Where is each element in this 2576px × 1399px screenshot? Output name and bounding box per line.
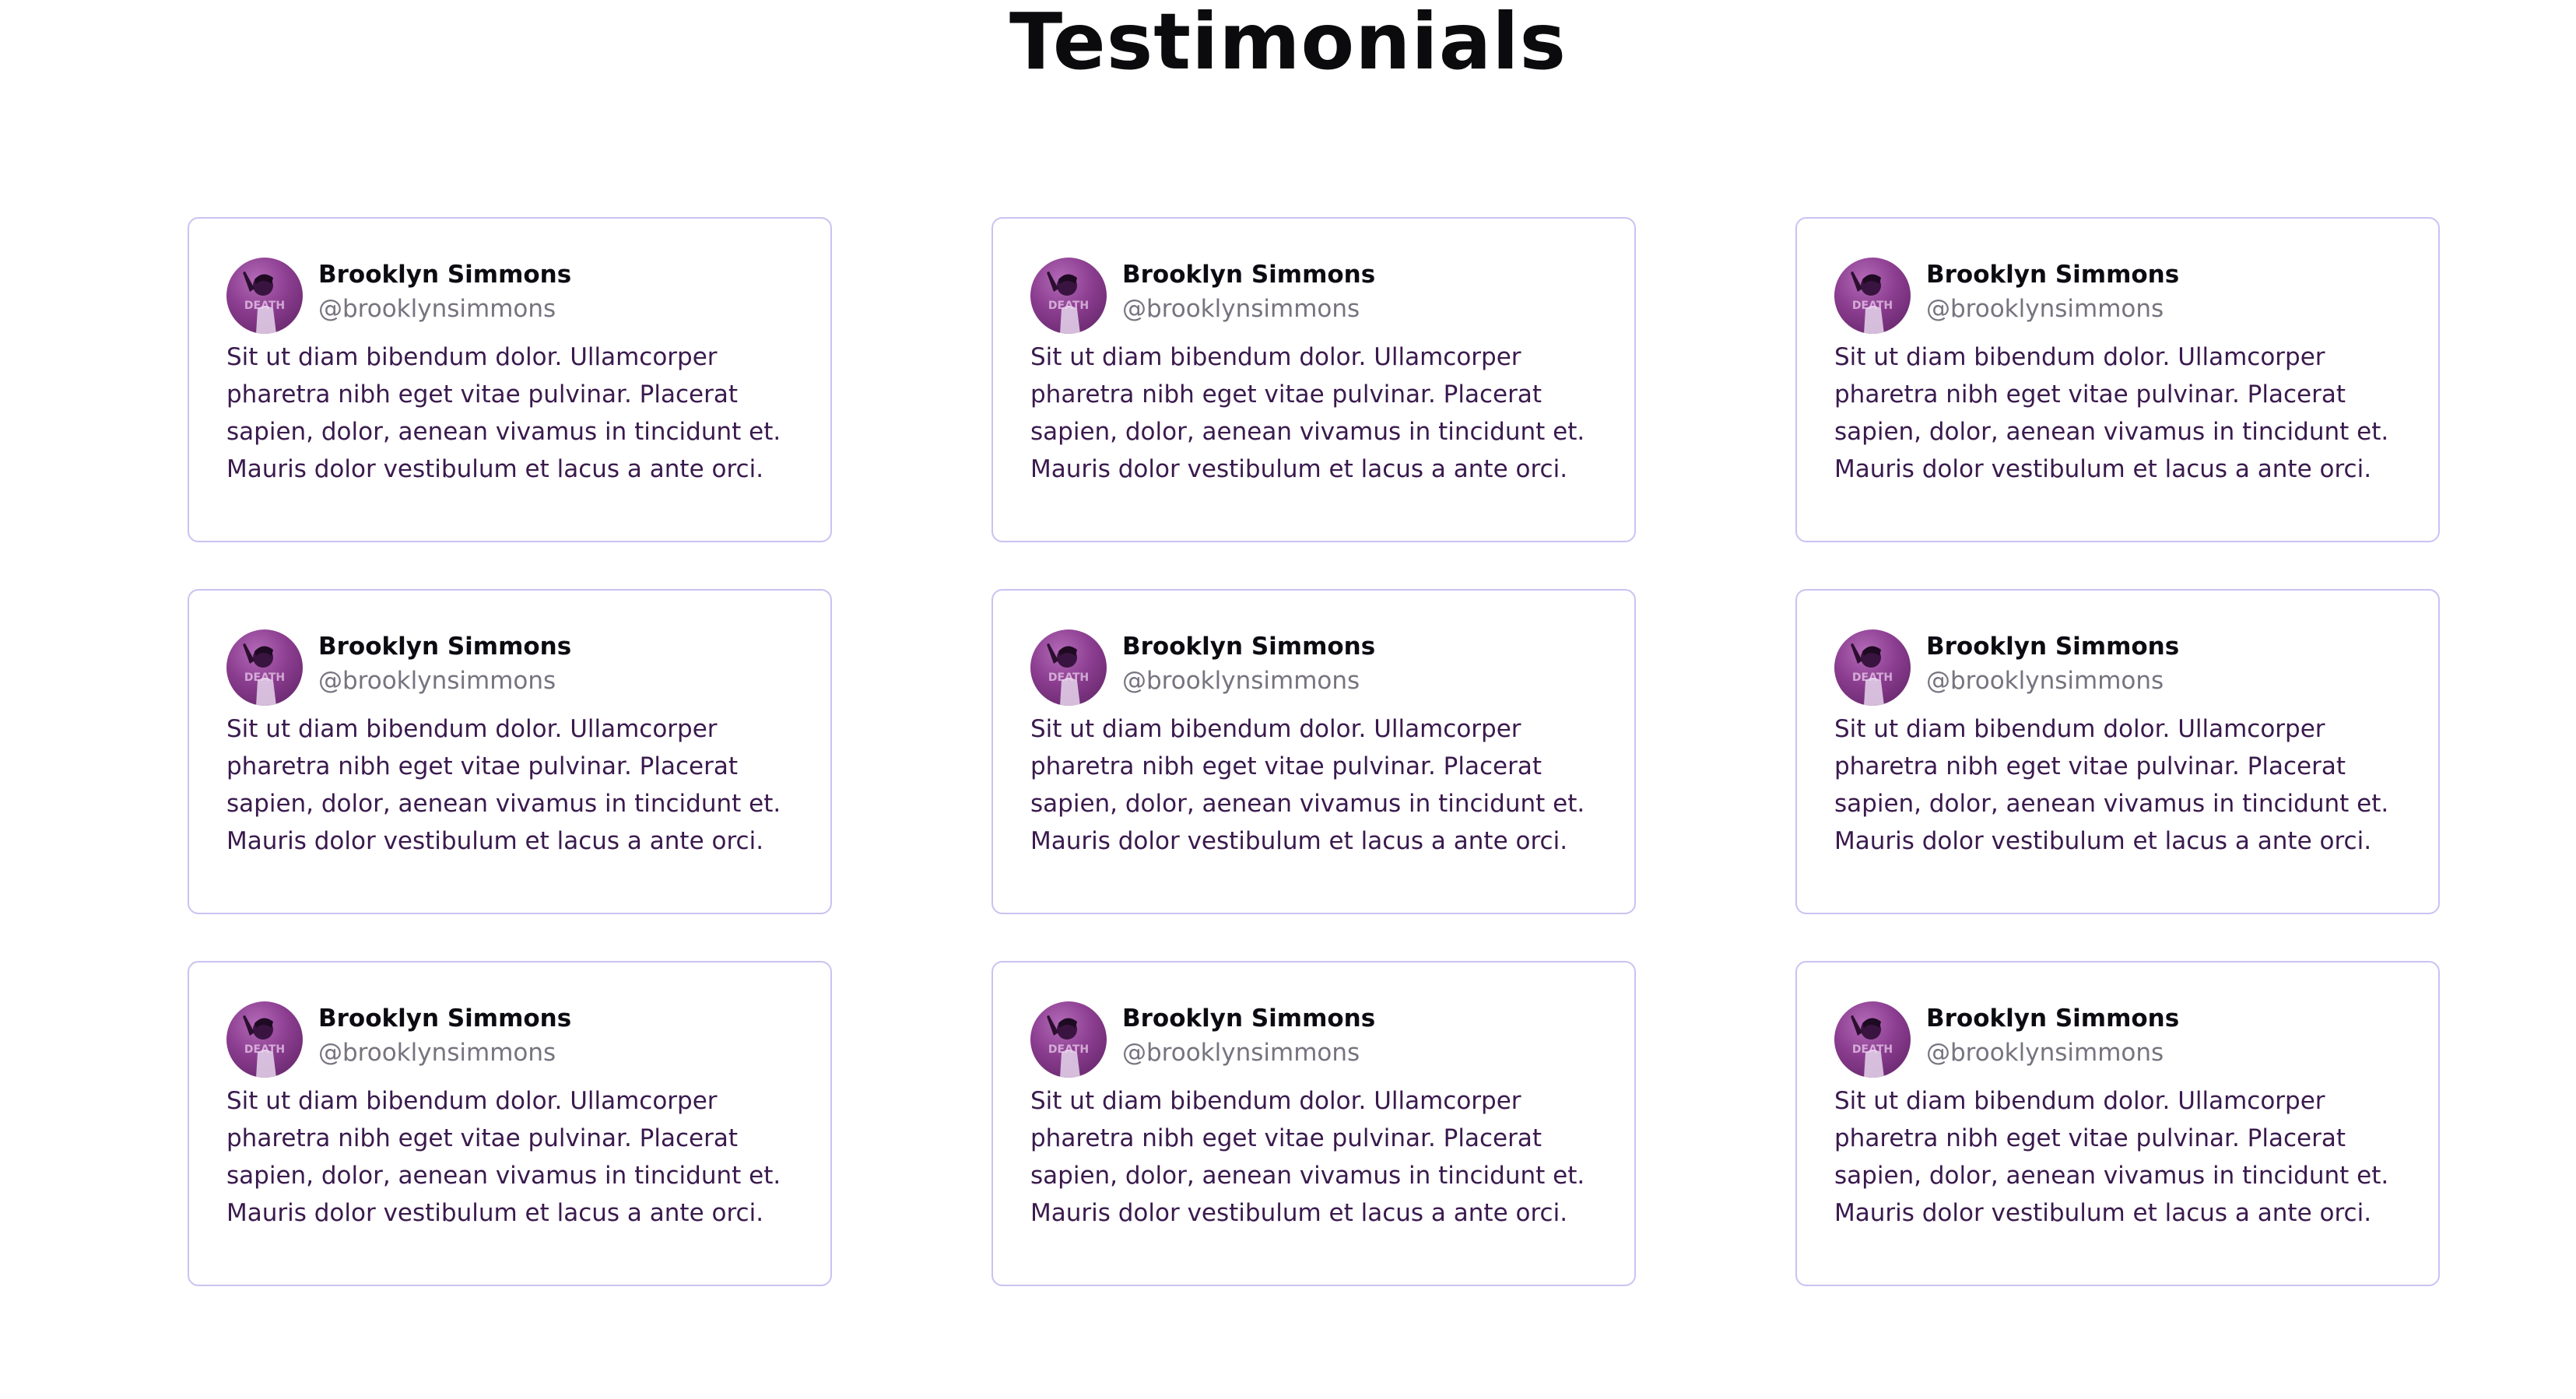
author-handle: @brooklynsimmons	[1122, 1039, 1360, 1067]
author-handle: @brooklynsimmons	[318, 295, 556, 323]
avatar: DEATH	[1834, 258, 1911, 334]
testimonial-header: DEATH Brooklyn Simmons @brooklynsimmons	[1834, 1000, 2407, 1078]
avatar: DEATH	[1030, 1001, 1107, 1078]
profile-photo-icon: DEATH	[1851, 272, 1893, 334]
testimonial-quote: Sit ut diam bibendum dolor. Ullamcorper …	[1030, 343, 1585, 483]
avatar-shirt-text: DEATH	[244, 1043, 285, 1056]
avatar: DEATH	[226, 258, 303, 334]
author-name: Brooklyn Simmons	[318, 1005, 572, 1033]
avatar-shirt-text: DEATH	[1048, 1043, 1089, 1056]
author-name: Brooklyn Simmons	[1926, 1005, 2180, 1033]
testimonial-header: DEATH Brooklyn Simmons @brooklynsimmons	[226, 1000, 799, 1078]
avatar: DEATH	[1030, 629, 1107, 706]
avatar-shirt-text: DEATH	[244, 671, 285, 684]
author-info: Brooklyn Simmons @brooklynsimmons	[318, 256, 571, 326]
testimonial-header: DEATH Brooklyn Simmons @brooklynsimmons	[1834, 256, 2407, 334]
author-handle: @brooklynsimmons	[1122, 295, 1360, 323]
avatar-shirt-text: DEATH	[1852, 300, 1893, 312]
avatar-shirt-text: DEATH	[244, 300, 285, 312]
avatar: DEATH	[226, 629, 303, 706]
author-handle: @brooklynsimmons	[318, 667, 556, 695]
author-handle: @brooklynsimmons	[1926, 1039, 2164, 1067]
avatar: DEATH	[1834, 1001, 1911, 1078]
testimonial-card: DEATH Brooklyn Simmons @brooklynsimmons …	[188, 217, 832, 542]
author-name: Brooklyn Simmons	[318, 633, 572, 661]
author-handle: @brooklynsimmons	[1926, 667, 2164, 695]
testimonial-card: DEATH Brooklyn Simmons @brooklynsimmons …	[188, 589, 832, 914]
author-name: Brooklyn Simmons	[1926, 261, 2180, 289]
profile-photo-icon: DEATH	[1047, 272, 1089, 334]
author-info: Brooklyn Simmons @brooklynsimmons	[1122, 256, 1375, 326]
avatar: DEATH	[1030, 258, 1107, 334]
testimonial-quote: Sit ut diam bibendum dolor. Ullamcorper …	[226, 343, 781, 483]
author-info: Brooklyn Simmons @brooklynsimmons	[318, 1000, 571, 1070]
author-info: Brooklyn Simmons @brooklynsimmons	[1926, 256, 2179, 326]
profile-photo-icon: DEATH	[1851, 643, 1893, 706]
page-title: Testimonials	[1009, 0, 1567, 87]
testimonial-header: DEATH Brooklyn Simmons @brooklynsimmons	[1030, 628, 1603, 706]
profile-photo-icon: DEATH	[243, 643, 285, 706]
profile-photo-icon: DEATH	[243, 1015, 285, 1078]
profile-photo-icon: DEATH	[1851, 1015, 1893, 1078]
testimonial-header: DEATH Brooklyn Simmons @brooklynsimmons	[1030, 1000, 1603, 1078]
author-info: Brooklyn Simmons @brooklynsimmons	[1926, 628, 2179, 698]
author-handle: @brooklynsimmons	[1926, 295, 2164, 323]
profile-photo-icon: DEATH	[243, 272, 285, 334]
testimonial-header: DEATH Brooklyn Simmons @brooklynsimmons	[226, 628, 799, 706]
testimonial-header: DEATH Brooklyn Simmons @brooklynsimmons	[226, 256, 799, 334]
testimonial-card: DEATH Brooklyn Simmons @brooklynsimmons …	[1795, 961, 2440, 1286]
author-info: Brooklyn Simmons @brooklynsimmons	[1926, 1000, 2179, 1070]
avatar-shirt-text: DEATH	[1852, 671, 1893, 684]
testimonial-card: DEATH Brooklyn Simmons @brooklynsimmons …	[991, 589, 1636, 914]
testimonial-card: DEATH Brooklyn Simmons @brooklynsimmons …	[991, 961, 1636, 1286]
author-info: Brooklyn Simmons @brooklynsimmons	[318, 628, 571, 698]
author-handle: @brooklynsimmons	[1122, 667, 1360, 695]
author-name: Brooklyn Simmons	[1122, 1005, 1376, 1033]
profile-photo-icon: DEATH	[1047, 1015, 1089, 1078]
testimonial-card: DEATH Brooklyn Simmons @brooklynsimmons …	[991, 217, 1636, 542]
testimonial-header: DEATH Brooklyn Simmons @brooklynsimmons	[1030, 256, 1603, 334]
testimonial-quote: Sit ut diam bibendum dolor. Ullamcorper …	[1030, 715, 1585, 855]
testimonial-quote: Sit ut diam bibendum dolor. Ullamcorper …	[1834, 1087, 2389, 1227]
author-name: Brooklyn Simmons	[1122, 261, 1376, 289]
avatar: DEATH	[226, 1001, 303, 1078]
testimonial-quote: Sit ut diam bibendum dolor. Ullamcorper …	[1030, 1087, 1585, 1227]
author-name: Brooklyn Simmons	[1122, 633, 1376, 661]
testimonial-quote: Sit ut diam bibendum dolor. Ullamcorper …	[1834, 343, 2389, 483]
author-info: Brooklyn Simmons @brooklynsimmons	[1122, 628, 1375, 698]
testimonial-quote: Sit ut diam bibendum dolor. Ullamcorper …	[226, 715, 781, 855]
author-name: Brooklyn Simmons	[318, 261, 572, 289]
avatar-shirt-text: DEATH	[1048, 300, 1089, 312]
testimonial-card: DEATH Brooklyn Simmons @brooklynsimmons …	[1795, 217, 2440, 542]
testimonials-grid: DEATH Brooklyn Simmons @brooklynsimmons …	[188, 217, 2440, 1286]
author-info: Brooklyn Simmons @brooklynsimmons	[1122, 1000, 1375, 1070]
avatar: DEATH	[1834, 629, 1911, 706]
testimonial-card: DEATH Brooklyn Simmons @brooklynsimmons …	[1795, 589, 2440, 914]
avatar-shirt-text: DEATH	[1852, 1043, 1893, 1056]
avatar-shirt-text: DEATH	[1048, 671, 1089, 684]
testimonial-header: DEATH Brooklyn Simmons @brooklynsimmons	[1834, 628, 2407, 706]
author-handle: @brooklynsimmons	[318, 1039, 556, 1067]
author-name: Brooklyn Simmons	[1926, 633, 2180, 661]
testimonial-quote: Sit ut diam bibendum dolor. Ullamcorper …	[1834, 715, 2389, 855]
profile-photo-icon: DEATH	[1047, 643, 1089, 706]
testimonial-quote: Sit ut diam bibendum dolor. Ullamcorper …	[226, 1087, 781, 1227]
testimonial-card: DEATH Brooklyn Simmons @brooklynsimmons …	[188, 961, 832, 1286]
